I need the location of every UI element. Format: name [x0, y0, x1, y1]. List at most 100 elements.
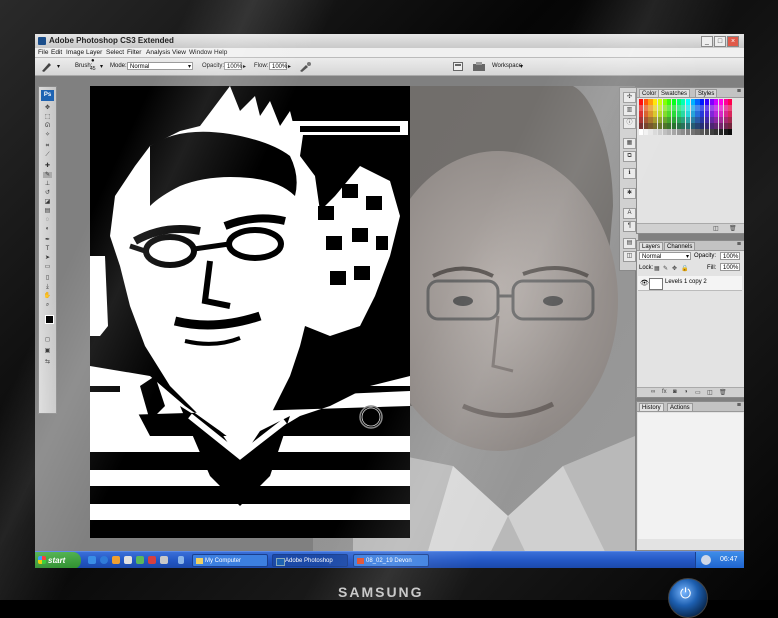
swatch[interactable]: [657, 99, 662, 105]
quick-launch-icon-2[interactable]: [136, 556, 144, 564]
swatch[interactable]: [723, 111, 728, 117]
airbrush-icon[interactable]: [299, 61, 311, 72]
swatch[interactable]: [686, 99, 691, 105]
flow-arrow-icon[interactable]: ▸: [288, 63, 291, 70]
swatch[interactable]: [690, 111, 695, 117]
quick-launch-icon-3[interactable]: [148, 556, 156, 564]
swatch[interactable]: [639, 117, 644, 123]
swatch[interactable]: [681, 123, 686, 129]
swatch[interactable]: [662, 99, 667, 105]
hand-tool-icon[interactable]: ✋: [43, 293, 52, 299]
swatch[interactable]: [714, 111, 719, 117]
delete-layer-icon[interactable]: 🗑: [719, 389, 727, 396]
brush-tool-selected-icon[interactable]: ✎: [43, 172, 52, 178]
quick-launch-icon-4[interactable]: [160, 556, 168, 564]
task-document[interactable]: 08_02_19 Devon Lon...: [353, 554, 429, 567]
swatch[interactable]: [667, 111, 672, 117]
swatch[interactable]: [718, 99, 724, 105]
swatch[interactable]: [723, 129, 728, 135]
swatch[interactable]: [653, 123, 658, 129]
internet-explorer-icon[interactable]: [100, 556, 108, 564]
tool-presets-icon[interactable]: ✱: [623, 188, 636, 199]
swatch[interactable]: [704, 105, 709, 111]
menu-select[interactable]: Select: [106, 48, 124, 57]
minimize-button[interactable]: _: [701, 36, 713, 47]
swatch[interactable]: [718, 105, 724, 111]
swatch[interactable]: [690, 123, 695, 129]
swatch[interactable]: [728, 123, 733, 129]
move-tool-icon[interactable]: ✥: [43, 105, 52, 111]
swatch[interactable]: [639, 129, 644, 135]
foreground-color-swatch[interactable]: [45, 315, 54, 324]
swatch[interactable]: [718, 111, 724, 117]
brush-size-value[interactable]: 45: [90, 66, 96, 72]
lock-pixels-icon[interactable]: ✎: [663, 265, 668, 272]
swatch[interactable]: [671, 117, 677, 123]
swatch[interactable]: [676, 123, 681, 129]
swatch[interactable]: [676, 111, 681, 117]
menu-analysis[interactable]: Analysis: [146, 48, 170, 57]
swatch[interactable]: [709, 111, 714, 117]
swatch[interactable]: [653, 99, 658, 105]
menu-window[interactable]: Window: [189, 48, 212, 57]
histogram-panel-icon[interactable]: ▥: [623, 105, 636, 116]
swatch[interactable]: [662, 129, 667, 135]
swatch[interactable]: [648, 105, 653, 111]
swatch[interactable]: [667, 129, 672, 135]
swatch[interactable]: [709, 99, 714, 105]
panel-menu-icon[interactable]: ≡: [737, 88, 741, 95]
swatch[interactable]: [704, 111, 709, 117]
swatch[interactable]: [643, 99, 648, 105]
swatch[interactable]: [667, 117, 672, 123]
swatch[interactable]: [714, 99, 719, 105]
swatch[interactable]: [723, 117, 728, 123]
swatch[interactable]: [690, 99, 695, 105]
task-photoshop[interactable]: Adobe Photoshop CS3...: [272, 554, 348, 567]
swatch[interactable]: [700, 111, 705, 117]
close-button[interactable]: ×: [727, 36, 739, 47]
swatch[interactable]: [676, 129, 681, 135]
menu-layer[interactable]: Layer: [86, 48, 102, 57]
swatch[interactable]: [643, 129, 648, 135]
swatch[interactable]: [704, 129, 709, 135]
swatch[interactable]: [704, 99, 709, 105]
swatch[interactable]: [695, 117, 700, 123]
paths-panel-icon[interactable]: ◫: [623, 251, 636, 262]
workspace-menu[interactable]: Workspace: [492, 63, 522, 69]
blur-tool-icon[interactable]: ◌: [43, 217, 52, 223]
swatch[interactable]: [686, 105, 691, 111]
info-circle-icon[interactable]: ℹ: [623, 168, 636, 179]
swatch[interactable]: [657, 105, 662, 111]
swatch[interactable]: [662, 117, 667, 123]
swatch[interactable]: [667, 123, 672, 129]
tab-swatches[interactable]: Swatches: [658, 89, 691, 97]
swatch[interactable]: [723, 105, 728, 111]
new-group-icon[interactable]: ▭: [695, 389, 701, 396]
swatch[interactable]: [648, 129, 653, 135]
swatch[interactable]: [714, 105, 719, 111]
swatch[interactable]: [648, 99, 653, 105]
swatch[interactable]: [662, 111, 667, 117]
swatch[interactable]: [639, 123, 644, 129]
show-desktop-icon[interactable]: [88, 556, 96, 564]
character-panel-icon[interactable]: A: [623, 208, 636, 219]
history-brush-tool-icon[interactable]: ↺: [43, 190, 52, 196]
swatch[interactable]: [695, 111, 700, 117]
swatch[interactable]: [690, 105, 695, 111]
clone-stamp-tool-icon[interactable]: ⊥: [43, 181, 52, 187]
paragraph-panel-icon[interactable]: ¶: [623, 221, 636, 232]
lasso-tool-icon[interactable]: ᘏ: [43, 123, 52, 129]
swatch[interactable]: [667, 105, 672, 111]
swatch[interactable]: [704, 123, 709, 129]
notes-tool-icon[interactable]: ▯: [43, 275, 52, 281]
brushes-panel-icon[interactable]: ▦: [623, 138, 636, 149]
swatch[interactable]: [643, 105, 648, 111]
magic-wand-tool-icon[interactable]: ✧: [43, 132, 52, 138]
swatch[interactable]: [718, 117, 724, 123]
start-button[interactable]: start: [35, 552, 81, 568]
swatch[interactable]: [662, 105, 667, 111]
menu-image[interactable]: Image: [66, 48, 84, 57]
tab-layers[interactable]: Layers: [639, 242, 664, 250]
swatch[interactable]: [728, 111, 733, 117]
swatch[interactable]: [643, 123, 648, 129]
